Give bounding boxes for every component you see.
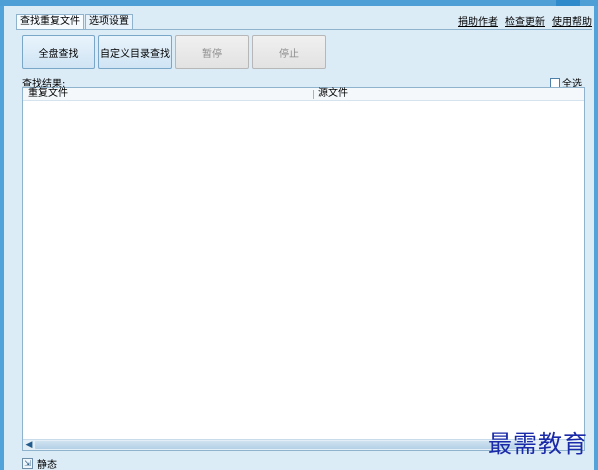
donate-link[interactable]: 捐助作者	[458, 13, 498, 28]
title-bar-glow	[556, 0, 580, 6]
status-icon: ⇲	[22, 458, 33, 469]
help-link[interactable]: 使用帮助	[552, 13, 592, 28]
top-links: 捐助作者 检查更新 使用帮助	[458, 13, 592, 28]
status-text: 静态	[37, 460, 57, 470]
status-bar: ⇲ 静态	[22, 456, 57, 470]
pause-button[interactable]: 暂停	[175, 35, 249, 69]
stop-button[interactable]: 停止	[252, 35, 326, 69]
full-scan-button[interactable]: 全盘查找	[22, 35, 95, 69]
watermark: 最需教育	[488, 430, 588, 458]
tab-underline	[16, 29, 592, 30]
column-header-source-file[interactable]: 源文件	[318, 88, 348, 100]
tab-find-duplicates[interactable]: 查找重复文件	[16, 14, 84, 29]
scroll-left-icon[interactable]: ◀	[24, 440, 34, 450]
tab-strip: 查找重复文件 选项设置	[16, 14, 134, 29]
list-header: 重复文件 源文件	[23, 88, 584, 101]
column-header-duplicate-file[interactable]: 重复文件	[28, 88, 68, 100]
column-separator[interactable]	[313, 90, 314, 99]
scrollbar-thumb[interactable]	[35, 441, 524, 449]
results-list[interactable]: 重复文件 源文件 ◀	[22, 87, 585, 451]
tab-options[interactable]: 选项设置	[85, 14, 133, 29]
title-bar	[0, 0, 598, 6]
select-all-checkbox[interactable]	[550, 77, 560, 88]
check-update-link[interactable]: 检查更新	[505, 13, 545, 28]
custom-dir-scan-button[interactable]: 自定义目录查找	[98, 35, 172, 69]
